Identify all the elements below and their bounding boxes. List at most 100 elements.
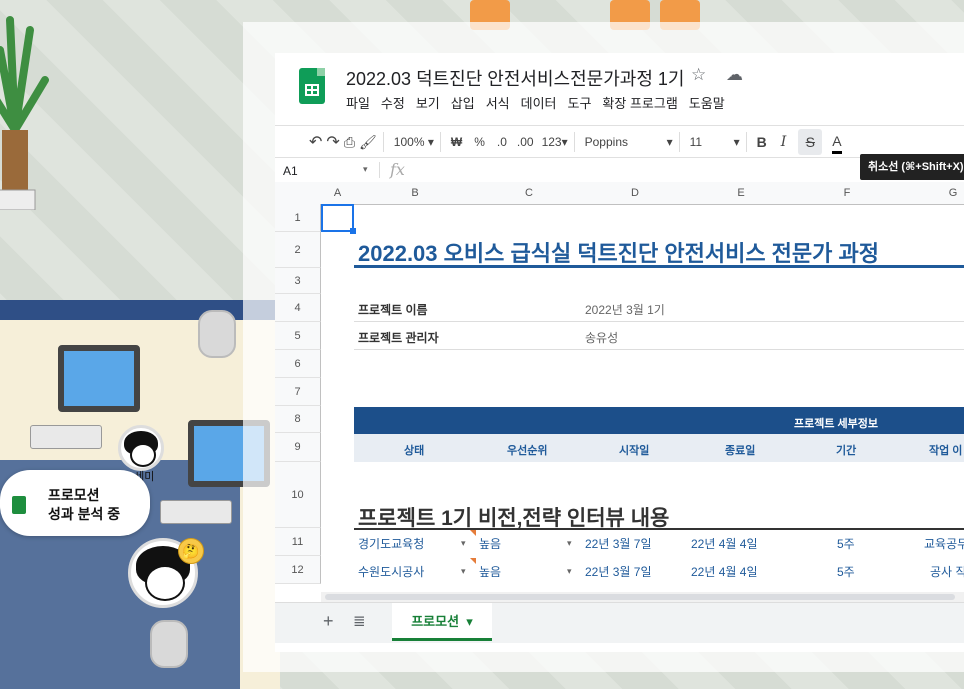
details-band-label: 프로젝트 세부정보 bbox=[794, 418, 879, 430]
zoom-select[interactable]: 100% ▾ bbox=[394, 129, 434, 155]
more-formats-button[interactable]: 123 ▾ bbox=[542, 129, 568, 155]
row-header[interactable]: 8 bbox=[275, 406, 321, 433]
cell-priority[interactable]: 높음 bbox=[479, 535, 501, 552]
menu-data[interactable]: 데이터 bbox=[521, 93, 562, 112]
row-header[interactable]: 4 bbox=[275, 294, 321, 322]
col-header-e[interactable]: E bbox=[688, 187, 794, 199]
bubble-line-1: 프로모션 bbox=[48, 487, 100, 503]
star-icon[interactable]: ☆ bbox=[691, 65, 706, 85]
cell-end[interactable]: 22년 4월 4일 bbox=[691, 563, 757, 580]
print-icon[interactable]: ⎙ bbox=[344, 129, 355, 155]
italic-button[interactable]: I bbox=[781, 129, 787, 155]
row-header[interactable]: 12 bbox=[275, 556, 321, 584]
row-header[interactable]: 9 bbox=[275, 433, 321, 462]
menu-edit[interactable]: 수정 bbox=[381, 93, 410, 112]
cell-reference[interactable]: A1 bbox=[283, 164, 298, 178]
currency-format-button[interactable]: ₩ bbox=[451, 129, 462, 155]
percent-format-button[interactable]: % bbox=[474, 129, 485, 155]
menu-format[interactable]: 서식 bbox=[486, 93, 515, 112]
header-status: 상태 bbox=[404, 445, 425, 457]
chevron-down-icon[interactable]: ▾ bbox=[461, 538, 466, 549]
header-priority: 우선순위 bbox=[507, 445, 548, 457]
cell-task[interactable]: 공사 직 bbox=[930, 563, 964, 580]
cloud-status-icon[interactable]: ☁ bbox=[726, 65, 743, 85]
project-name-value[interactable]: 2022년 3월 1기 bbox=[585, 301, 665, 318]
menu-tools[interactable]: 도구 bbox=[568, 93, 597, 112]
col-header-b[interactable]: B bbox=[354, 187, 476, 199]
menu-insert[interactable]: 삽입 bbox=[451, 93, 480, 112]
col-header-f[interactable]: F bbox=[794, 187, 900, 199]
office-chair bbox=[150, 620, 188, 668]
menu-extensions[interactable]: 확장 프로그램 bbox=[602, 93, 682, 112]
sheet-main-title: 2022.03 오비스 급식실 덕트진단 안전서비스 전문가 과정 bbox=[358, 241, 879, 266]
bold-button[interactable]: B bbox=[757, 129, 767, 155]
menu-file[interactable]: 파일 bbox=[346, 93, 375, 112]
row-header[interactable]: 2 bbox=[275, 232, 321, 268]
text-color-button[interactable]: A bbox=[832, 131, 842, 154]
potted-plant bbox=[0, 16, 49, 210]
menu-view[interactable]: 보기 bbox=[416, 93, 445, 112]
row-header[interactable]: 11 bbox=[275, 528, 321, 556]
comment-flag bbox=[470, 558, 476, 564]
chevron-down-icon[interactable]: ▾ bbox=[567, 566, 572, 577]
selected-cell-a1[interactable] bbox=[321, 204, 356, 234]
undo-icon[interactable]: ↶ bbox=[309, 129, 322, 155]
avatar[interactable] bbox=[118, 425, 164, 471]
col-header-d[interactable]: D bbox=[582, 187, 688, 199]
details-header-row: 상태 우선순위 시작일 종료일 기간 작업 이 bbox=[354, 434, 964, 462]
sheet-tab-active[interactable]: 프로모션 ▾ bbox=[392, 603, 492, 641]
chevron-down-icon[interactable]: ▾ bbox=[567, 538, 572, 549]
font-size-select[interactable]: 11 ▾ bbox=[690, 129, 740, 155]
cell-task[interactable]: 교육공두 bbox=[924, 535, 964, 552]
project-manager-value[interactable]: 송유성 bbox=[585, 329, 618, 346]
col-header-c[interactable]: C bbox=[476, 187, 582, 199]
row-header[interactable]: 1 bbox=[275, 204, 321, 232]
decrease-decimal-button[interactable]: .0 bbox=[497, 129, 507, 155]
sheets-icon bbox=[12, 496, 26, 514]
fx-icon: fx bbox=[390, 160, 405, 179]
monitor bbox=[58, 345, 140, 412]
row-header[interactable]: 3 bbox=[275, 268, 321, 294]
all-sheets-icon[interactable]: ≣ bbox=[353, 612, 366, 630]
cell-duration[interactable]: 5주 bbox=[837, 535, 855, 552]
tooltip: 취소선 (⌘+Shift+X) bbox=[860, 154, 964, 180]
cell-org[interactable]: 수원도시공사 bbox=[358, 563, 424, 580]
menu-bar: 파일 수정 보기 삽입 서식 데이터 도구 확장 프로그램 도움말 bbox=[346, 93, 736, 112]
header-end: 종료일 bbox=[725, 445, 756, 457]
project-name-label: 프로젝트 이름 bbox=[358, 303, 428, 317]
chevron-down-icon[interactable]: ▾ bbox=[461, 566, 466, 577]
document-title[interactable]: 2022.03 덕트진단 안전서비스전문가과정 1기 bbox=[346, 65, 684, 91]
sheet-tab-bar: + ≣ 프로모션 ▾ bbox=[275, 602, 964, 643]
sheet-grid[interactable]: 1 2 3 4 5 6 7 8 9 10 11 12 2022.03 오비스 급… bbox=[275, 204, 964, 592]
strikethrough-button[interactable]: S bbox=[798, 129, 823, 155]
cell-org[interactable]: 경기도교육청 bbox=[358, 535, 424, 552]
cell-end[interactable]: 22년 4월 4일 bbox=[691, 535, 757, 552]
keyboard bbox=[30, 425, 102, 449]
header-duration: 기간 bbox=[836, 445, 857, 457]
office-chair bbox=[198, 310, 236, 358]
redo-icon[interactable]: ↷ bbox=[326, 129, 339, 155]
font-select[interactable]: Poppins ▾ bbox=[585, 129, 673, 155]
cell-start[interactable]: 22년 3월 7일 bbox=[585, 535, 651, 552]
paint-format-icon[interactable]: 🖌 bbox=[359, 129, 377, 155]
row-header[interactable]: 10 bbox=[275, 462, 321, 528]
cell-start[interactable]: 22년 3월 7일 bbox=[585, 563, 651, 580]
menu-help[interactable]: 도움말 bbox=[689, 93, 730, 112]
col-header-g[interactable]: G bbox=[900, 187, 964, 199]
keyboard bbox=[160, 500, 232, 524]
row-header[interactable]: 6 bbox=[275, 350, 321, 378]
row-header[interactable]: 5 bbox=[275, 322, 321, 350]
comment-flag bbox=[470, 530, 476, 536]
col-header-a[interactable]: A bbox=[321, 187, 354, 199]
sheets-logo-icon[interactable] bbox=[299, 68, 325, 104]
bubble-line-2: 성과 분석 중 bbox=[48, 506, 121, 522]
cell-duration[interactable]: 5주 bbox=[837, 563, 855, 580]
section-underline bbox=[354, 528, 964, 530]
row-header[interactable]: 7 bbox=[275, 378, 321, 406]
horizontal-scrollbar[interactable] bbox=[321, 592, 964, 602]
chevron-down-icon[interactable]: ▾ bbox=[363, 164, 368, 175]
cell-priority[interactable]: 높음 bbox=[479, 563, 501, 580]
add-sheet-icon[interactable]: + bbox=[323, 611, 334, 632]
increase-decimal-button[interactable]: .00 bbox=[517, 129, 534, 155]
divider bbox=[354, 321, 964, 322]
